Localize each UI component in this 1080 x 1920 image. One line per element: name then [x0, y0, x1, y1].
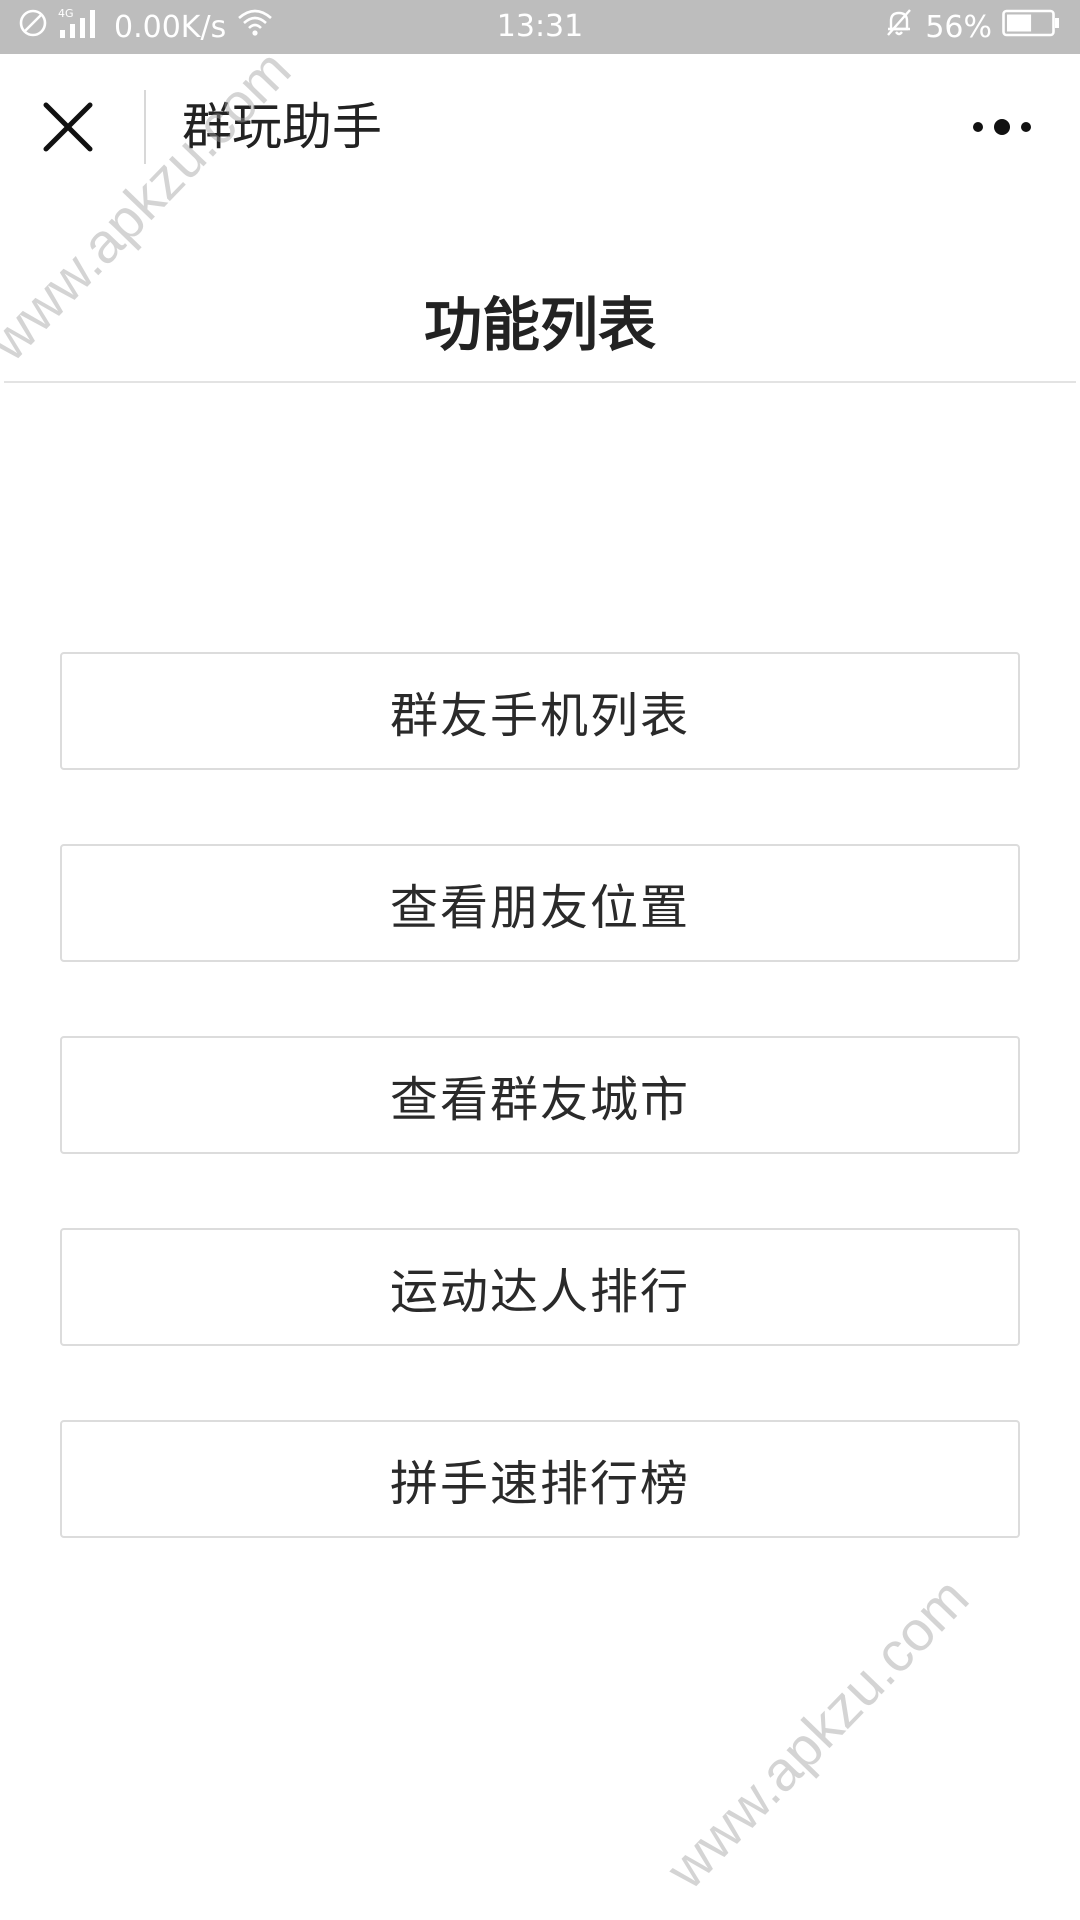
close-button[interactable]	[38, 97, 98, 157]
nav-bar: 群玩助手	[0, 54, 1080, 200]
function-button-speed-ranking[interactable]: 拼手速排行榜	[60, 1420, 1020, 1538]
close-icon	[43, 102, 93, 152]
function-list: 群友手机列表 查看朋友位置 查看群友城市 运动达人排行 拼手速排行榜	[60, 652, 1020, 1612]
more-dots-icon	[973, 119, 1031, 135]
function-button-group-phone-list[interactable]: 群友手机列表	[60, 652, 1020, 770]
battery-percent: 56%	[925, 9, 992, 45]
status-bar-right: 56%	[883, 0, 1060, 54]
function-button-group-city[interactable]: 查看群友城市	[60, 1036, 1020, 1154]
watermark: www.apkzu.com	[653, 1565, 981, 1901]
nav-divider	[144, 90, 146, 164]
more-button[interactable]	[962, 97, 1042, 157]
function-button-friend-location[interactable]: 查看朋友位置	[60, 844, 1020, 962]
battery-icon	[1002, 9, 1060, 45]
battery-fill	[1007, 14, 1032, 32]
function-button-sports-ranking[interactable]: 运动达人排行	[60, 1228, 1020, 1346]
page-title: 功能列表	[423, 291, 656, 359]
nav-title: 群玩助手	[182, 98, 382, 156]
muted-bell-icon	[883, 7, 915, 47]
header-divider	[4, 381, 1076, 383]
screen: 4G 0.00K/s 13:31 56% 群玩助手 功能列表 群友手机列表 查看…	[0, 0, 1080, 1920]
status-bar: 4G 0.00K/s 13:31 56%	[0, 0, 1080, 54]
